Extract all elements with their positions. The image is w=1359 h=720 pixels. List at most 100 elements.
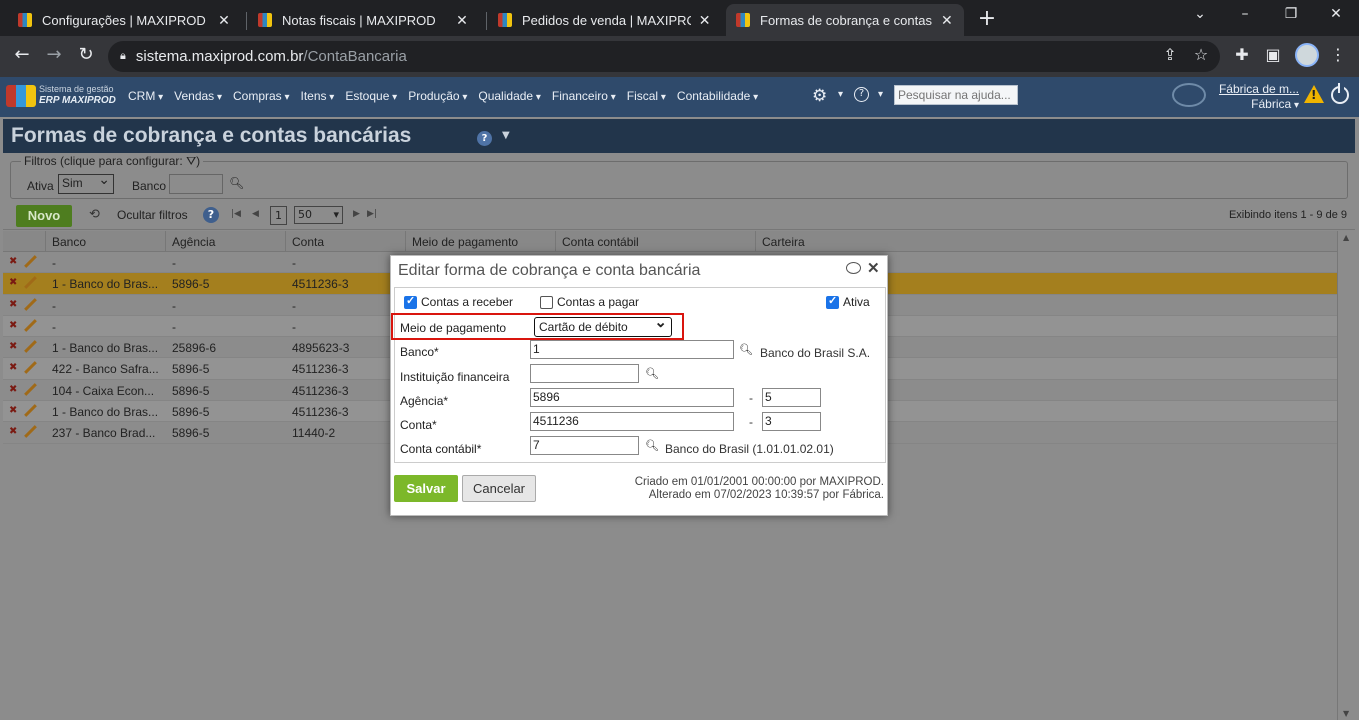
address-bar[interactable]: 🔒︎ sistema.maxiprod.com.br/ContaBancaria xyxy=(108,41,1220,72)
scroll-up-icon[interactable]: ▲ xyxy=(1343,233,1349,242)
hide-filters-button[interactable]: Ocultar filtros xyxy=(117,208,188,222)
close-window-icon[interactable]: ✕ xyxy=(1326,6,1346,22)
delete-icon[interactable]: ✖ xyxy=(9,320,17,331)
new-button[interactable]: Novo xyxy=(16,205,72,227)
edit-pencil-icon[interactable] xyxy=(23,255,37,269)
last-page-icon[interactable]: ▶| xyxy=(367,209,377,219)
profile-avatar[interactable] xyxy=(1295,43,1319,67)
close-tab-icon[interactable]: ✕ xyxy=(940,12,954,29)
minimize-window-icon[interactable]: – xyxy=(1235,6,1255,22)
checkbox-checked-icon[interactable] xyxy=(404,294,417,309)
delete-icon[interactable]: ✖ xyxy=(9,341,17,352)
filters-legend[interactable]: Filtros (clique para configurar: ⛛) xyxy=(21,154,204,169)
browser-tab-configuracoes[interactable]: Configurações | MAXIPROD ✕ xyxy=(8,4,242,36)
chevron-down-icon[interactable]: ▾ xyxy=(838,89,843,100)
warning-icon[interactable]: ! xyxy=(1304,85,1324,103)
company-name[interactable]: Fábrica de m... xyxy=(1215,82,1299,97)
delete-icon[interactable]: ✖ xyxy=(9,362,17,373)
checkbox-unchecked-icon[interactable] xyxy=(540,295,553,309)
page-size-select[interactable]: 50 xyxy=(294,206,343,224)
next-page-icon[interactable]: ▶ xyxy=(353,209,360,219)
help-icon[interactable]: ? xyxy=(203,207,219,223)
agencia-input[interactable]: 5896 xyxy=(530,388,734,407)
banco-input[interactable]: 1 xyxy=(530,340,734,359)
checkbox-checked-icon[interactable] xyxy=(826,294,839,309)
comment-bubble-icon[interactable] xyxy=(846,262,861,274)
new-tab-icon[interactable]: + xyxy=(977,6,997,31)
agencia-dv-input[interactable]: 5 xyxy=(762,388,821,407)
restore-window-icon[interactable]: ❐ xyxy=(1281,6,1301,22)
conta-dv-input[interactable]: 3 xyxy=(762,412,821,431)
cancel-button[interactable]: Cancelar xyxy=(462,475,536,502)
browser-menu-kebab-icon[interactable]: ⋮ xyxy=(1328,45,1348,64)
column-header-banco[interactable]: Banco xyxy=(45,231,165,252)
forward-arrow-icon[interactable]: → xyxy=(42,44,66,65)
help-search-input[interactable] xyxy=(894,85,1018,105)
grid-scrollbar[interactable]: ▲ ▼ xyxy=(1337,231,1355,720)
column-header-carteira[interactable]: Carteira xyxy=(755,231,1337,252)
close-tab-icon[interactable]: ✕ xyxy=(216,12,232,29)
previous-page-icon[interactable]: ◀ xyxy=(252,209,259,219)
maxiprod-logo-icon[interactable] xyxy=(6,85,36,107)
filter-banco-input[interactable] xyxy=(169,174,223,194)
edit-pencil-icon[interactable] xyxy=(23,404,37,418)
page-number-input[interactable]: 1 xyxy=(270,206,287,225)
menu-financeiro[interactable]: Financeiro xyxy=(552,89,616,103)
share-icon[interactable]: ⇪ xyxy=(1160,45,1180,64)
column-header-conta-contabil[interactable]: Conta contábil xyxy=(555,231,755,252)
search-icon[interactable]: 🔍︎ xyxy=(645,367,659,380)
menu-itens[interactable]: Itens xyxy=(301,89,335,103)
company-role[interactable]: Fábrica xyxy=(1251,97,1299,111)
edit-pencil-icon[interactable] xyxy=(23,298,37,312)
column-header-conta[interactable]: Conta xyxy=(285,231,405,252)
conta-input[interactable]: 4511236 xyxy=(530,412,734,431)
search-icon[interactable]: 🔍︎ xyxy=(645,439,659,452)
logout-power-icon[interactable] xyxy=(1331,83,1349,104)
delete-icon[interactable]: ✖ xyxy=(9,384,17,395)
edit-pencil-icon[interactable] xyxy=(23,340,37,354)
ativa-checkbox[interactable]: Ativa xyxy=(826,294,870,309)
back-arrow-icon[interactable]: ← xyxy=(10,44,34,65)
menu-fiscal[interactable]: Fiscal xyxy=(627,89,666,103)
settings-gear-icon[interactable]: ⚙ xyxy=(812,86,827,106)
search-icon[interactable]: 🔍︎ xyxy=(229,176,244,190)
menu-producao[interactable]: Produção xyxy=(408,89,467,103)
delete-icon[interactable]: ✖ xyxy=(9,405,17,416)
close-tab-icon[interactable]: ✕ xyxy=(697,12,712,29)
browser-tab-pedidos-venda[interactable]: Pedidos de venda | MAXIPROD ✕ xyxy=(488,4,722,36)
reload-icon[interactable]: ↻ xyxy=(74,44,98,65)
instituicao-input[interactable] xyxy=(530,364,639,383)
contas-receber-checkbox[interactable]: Contas a receber xyxy=(404,294,513,309)
close-tab-icon[interactable]: ✕ xyxy=(454,12,470,29)
refresh-icon[interactable]: ⟲ xyxy=(89,207,100,222)
menu-compras[interactable]: Compras xyxy=(233,89,290,103)
close-icon[interactable]: ✕ xyxy=(867,259,880,277)
filter-ativa-select[interactable]: Sim xyxy=(58,171,114,194)
menu-estoque[interactable]: Estoque xyxy=(345,89,397,103)
column-header-agencia[interactable]: Agência xyxy=(165,231,285,252)
help-icon[interactable]: ? xyxy=(854,87,869,102)
delete-icon[interactable]: ✖ xyxy=(9,299,17,310)
delete-icon[interactable]: ✖ xyxy=(9,277,17,288)
delete-icon[interactable]: ✖ xyxy=(9,256,17,267)
search-icon[interactable]: 🔍︎ xyxy=(739,343,753,356)
menu-contabilidade[interactable]: Contabilidade xyxy=(677,89,758,103)
edit-pencil-icon[interactable] xyxy=(23,383,37,397)
side-panel-icon[interactable]: ▣ xyxy=(1263,45,1283,64)
company-selector[interactable]: Fábrica de m... Fábrica xyxy=(1215,82,1299,113)
chevron-down-icon[interactable]: ▼ xyxy=(502,130,510,141)
menu-crm[interactable]: CRM xyxy=(128,89,163,103)
bookmark-star-icon[interactable]: ☆ xyxy=(1191,45,1211,64)
scroll-down-icon[interactable]: ▼ xyxy=(1343,709,1349,718)
tab-search-chevron-icon[interactable]: ⌄ xyxy=(1190,6,1210,22)
menu-vendas[interactable]: Vendas xyxy=(174,89,222,103)
delete-icon[interactable]: ✖ xyxy=(9,426,17,437)
edit-pencil-icon[interactable] xyxy=(23,425,37,439)
browser-tab-notas-fiscais[interactable]: Notas fiscais | MAXIPROD ✕ xyxy=(248,4,480,36)
edit-pencil-icon[interactable] xyxy=(23,276,37,290)
first-page-icon[interactable]: |◀ xyxy=(231,209,241,219)
filter-funnel-icon[interactable]: ⛛ xyxy=(186,154,196,168)
chevron-down-icon[interactable]: ▾ xyxy=(878,89,883,100)
menu-qualidade[interactable]: Qualidade xyxy=(478,89,541,103)
edit-pencil-icon[interactable] xyxy=(23,319,37,333)
